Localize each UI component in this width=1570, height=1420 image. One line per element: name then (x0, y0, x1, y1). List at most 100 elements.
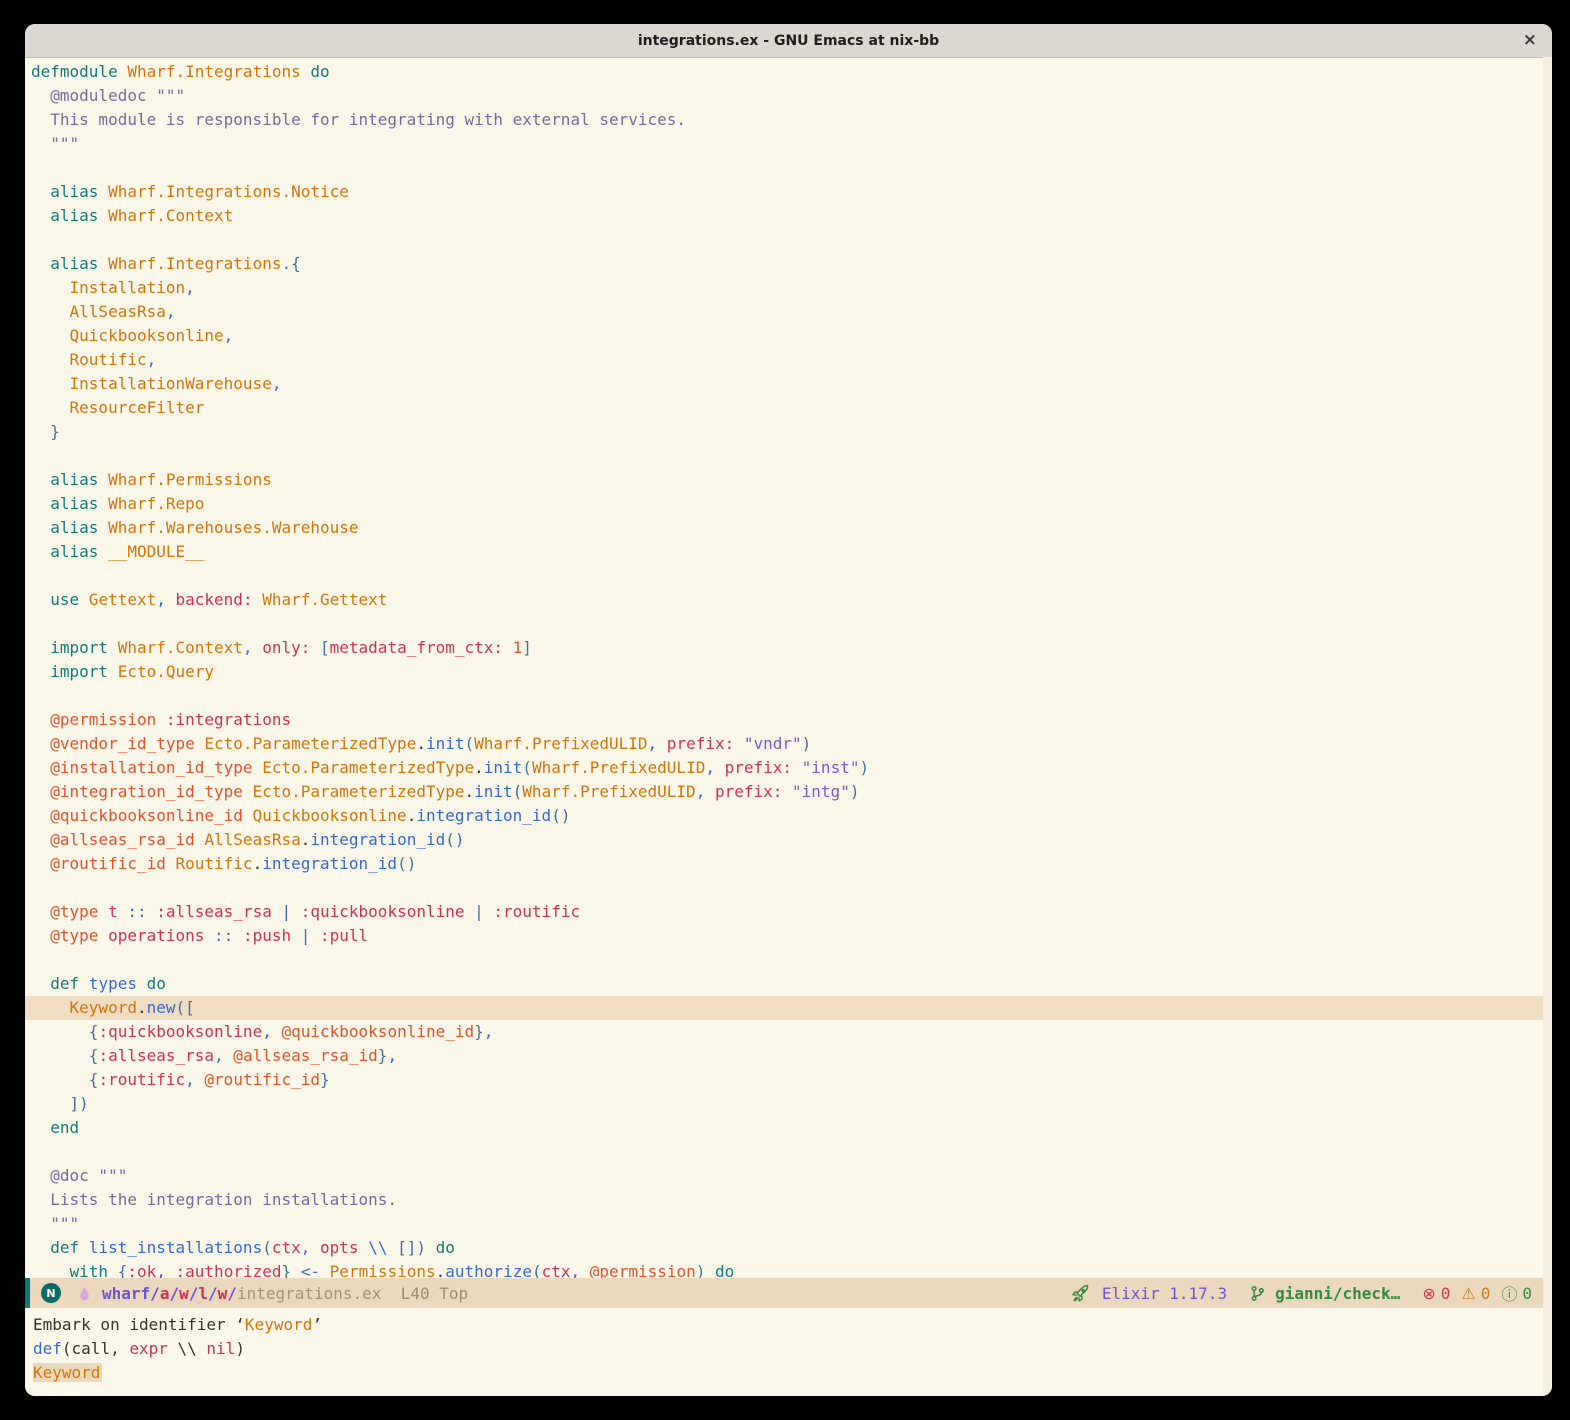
code-line-49[interactable]: """ (31, 1212, 1552, 1236)
vcs-group[interactable]: gianni/check… (1249, 1284, 1400, 1303)
token: , (165, 302, 176, 321)
code-line-39[interactable]: def types do (31, 972, 1552, 996)
completion-candidate[interactable]: Keyword (33, 1363, 103, 1382)
code-line-22[interactable] (31, 564, 1552, 588)
code-line-51[interactable]: with {:ok, :authorized} <- Permissions.a… (31, 1260, 1552, 1278)
code-line-34[interactable]: @routific_id Routific.integration_id() (31, 852, 1552, 876)
token: defmodule (31, 62, 118, 81)
token: init (483, 758, 523, 777)
error-circle-icon: ⊗ (1422, 1283, 1436, 1303)
code-line-36[interactable]: @type t :: :allseas_rsa | :quickbooksonl… (31, 900, 1552, 924)
token: Ecto.ParameterizedType (242, 782, 465, 801)
code-editor[interactable]: defmodule Wharf.Integrations do @moduled… (25, 58, 1552, 1278)
code-line-41[interactable]: {:quickbooksonline, @quickbooksonline_id… (31, 1020, 1552, 1044)
code-line-18[interactable]: alias Wharf.Permissions (31, 468, 1552, 492)
code-line-37[interactable]: @type operations :: :push | :pull (31, 924, 1552, 948)
token: Wharf.Integrations (117, 62, 301, 81)
code-line-14[interactable]: InstallationWarehouse, (31, 372, 1552, 396)
buffer-path[interactable]: wharf/a/w/l/w/ (102, 1284, 237, 1303)
info-indicator[interactable]: ⓘ 0 (1501, 1281, 1532, 1305)
code-line-35[interactable] (31, 876, 1552, 900)
scrollbar[interactable] (1543, 57, 1552, 1396)
token: } (320, 1070, 330, 1089)
title-bar[interactable]: integrations.ex - GNU Emacs at nix-bb × (25, 24, 1552, 58)
code-line-44[interactable]: ]) (31, 1092, 1552, 1116)
token: . (435, 1262, 446, 1278)
warning-indicator[interactable]: ⚠ 0 (1461, 1284, 1490, 1303)
code-line-30[interactable]: @installation_id_type Ecto.Parameterized… (31, 756, 1552, 780)
code-line-1[interactable]: defmodule Wharf.Integrations do (31, 60, 1552, 84)
code-line-43[interactable]: {:routific, @routific_id} (31, 1068, 1552, 1092)
code-line-6[interactable]: alias Wharf.Integrations.Notice (31, 180, 1552, 204)
token: :integrations (156, 710, 292, 729)
buffer-filename[interactable]: integrations.ex (237, 1284, 382, 1303)
code-line-26[interactable]: import Ecto.Query (31, 660, 1552, 684)
code-line-9[interactable]: alias Wharf.Integrations.{ (31, 252, 1552, 276)
token: . (406, 806, 417, 825)
token: () (551, 806, 571, 825)
code-line-16[interactable]: } (31, 420, 1552, 444)
code-line-27[interactable] (31, 684, 1552, 708)
token: 1 (503, 638, 523, 657)
token: , (185, 1070, 195, 1089)
token: ResourceFilter (31, 398, 205, 417)
code-line-40[interactable]: Keyword.new([ (25, 996, 1552, 1020)
code-line-19[interactable]: alias Wharf.Repo (31, 492, 1552, 516)
code-line-13[interactable]: Routific, (31, 348, 1552, 372)
code-line-2[interactable]: @moduledoc """ (31, 84, 1552, 108)
code-line-24[interactable] (31, 612, 1552, 636)
code-line-50[interactable]: def list_installations(ctx, opts \\ []) … (31, 1236, 1552, 1260)
code-line-32[interactable]: @quickbooksonline_id Quickbooksonline.in… (31, 804, 1552, 828)
token: [] (397, 1238, 417, 1257)
code-line-11[interactable]: AllSeasRsa, (31, 300, 1552, 324)
code-line-17[interactable] (31, 444, 1552, 468)
code-line-10[interactable]: Installation, (31, 276, 1552, 300)
code-line-23[interactable]: use Gettext, backend: Wharf.Gettext (31, 588, 1552, 612)
code-line-46[interactable] (31, 1140, 1552, 1164)
close-icon[interactable]: × (1523, 31, 1537, 49)
code-line-33[interactable]: @allseas_rsa_id AllSeasRsa.integration_i… (31, 828, 1552, 852)
code-line-48[interactable]: Lists the integration installations. (31, 1188, 1552, 1212)
code-line-29[interactable]: @vendor_id_type Ecto.ParameterizedType.i… (31, 732, 1552, 756)
code-line-25[interactable]: import Wharf.Context, only: [metadata_fr… (31, 636, 1552, 660)
token: , (647, 734, 658, 753)
token: :allseas_rsa (98, 1046, 215, 1065)
code-line-12[interactable]: Quickbooksonline, (31, 324, 1552, 348)
token: , (695, 782, 706, 801)
path-segment: a (159, 1283, 170, 1303)
path-segment: w (217, 1283, 228, 1303)
code-line-42[interactable]: {:allseas_rsa, @allseas_rsa_id}, (31, 1044, 1552, 1068)
error-indicator[interactable]: ⊗ 0 (1422, 1284, 1450, 1303)
code-line-15[interactable]: ResourceFilter (31, 396, 1552, 420)
code-line-31[interactable]: @integration_id_type Ecto.ParameterizedT… (31, 780, 1552, 804)
token: , (223, 326, 234, 345)
info-count: 0 (1522, 1283, 1532, 1303)
lang-version: Elixir 1.17.3 (1101, 1283, 1228, 1303)
code-line-4[interactable]: """ (31, 132, 1552, 156)
echo-line-2[interactable]: def(call, expr \\ nil) (33, 1337, 1552, 1361)
echo-line-3[interactable]: Keyword (33, 1361, 1552, 1385)
token: @allseas_rsa_id (223, 1046, 378, 1065)
echo-line-1[interactable]: Embark on identifier ‘Keyword’ (33, 1313, 1552, 1337)
token: Quickbooksonline (31, 326, 224, 345)
code-line-5[interactable] (31, 156, 1552, 180)
token: integration_id (310, 830, 446, 849)
warning-count: 0 (1480, 1283, 1491, 1303)
code-line-7[interactable]: alias Wharf.Context (31, 204, 1552, 228)
code-line-28[interactable]: @permission :integrations (31, 708, 1552, 732)
code-line-21[interactable]: alias __MODULE__ (31, 540, 1552, 564)
code-line-3[interactable]: This module is responsible for integrati… (31, 108, 1552, 132)
code-line-47[interactable]: @doc """ (31, 1164, 1552, 1188)
path-segment: / (227, 1283, 237, 1303)
code-line-45[interactable]: end (31, 1116, 1552, 1140)
token: types (79, 974, 137, 993)
code-line-8[interactable] (31, 228, 1552, 252)
path-segment: / (169, 1283, 180, 1303)
token: do (136, 974, 166, 993)
code-line-20[interactable]: alias Wharf.Warehouses.Warehouse (31, 516, 1552, 540)
code-line-38[interactable] (31, 948, 1552, 972)
token: authorize (445, 1262, 532, 1278)
token: , (185, 278, 195, 297)
token: Wharf.PrefixedULID (522, 782, 696, 801)
